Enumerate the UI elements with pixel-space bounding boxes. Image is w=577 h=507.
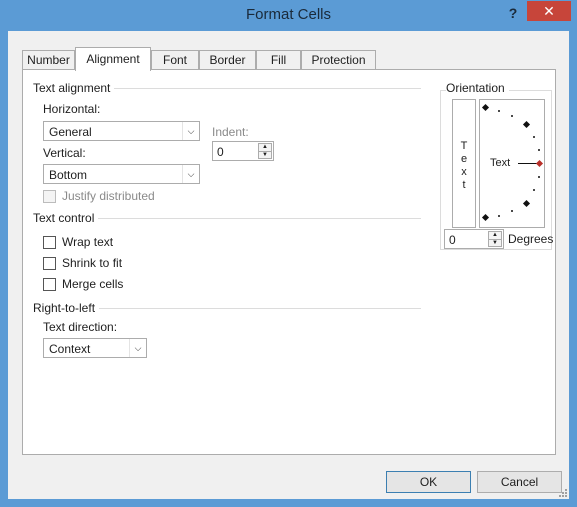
horizontal-label: Horizontal: [43,102,101,116]
cancel-button[interactable]: Cancel [477,471,562,493]
dial-dot [511,210,513,212]
vertical-text-option[interactable]: T e x t [452,99,476,228]
vertical-text-char: x [461,166,467,178]
text-alignment-heading: Text alignment [33,81,115,95]
tab-alignment[interactable]: Alignment [75,47,151,71]
degrees-label: Degrees [508,232,554,246]
dial-dot [538,176,540,178]
indent-label: Indent: [212,125,249,139]
dial-marker-top [481,103,490,112]
chevron-down-icon[interactable]: ⌵ [182,165,199,183]
dial-dot [533,136,535,138]
close-button[interactable]: ✕ [527,1,571,21]
alignment-panel: Text alignment Horizontal: General ⌵ Ind… [22,69,556,455]
text-control-heading: Text control [33,211,99,225]
degrees-spin-buttons[interactable]: ▲ ▼ [488,231,502,247]
text-direction-label: Text direction: [43,320,118,334]
orientation-heading: Orientation [446,81,509,95]
indent-spin-buttons[interactable]: ▲ ▼ [258,143,272,159]
wrap-text-label: Wrap text [62,235,114,249]
dial-pointer-handle [535,159,544,168]
horizontal-dropdown[interactable]: General ⌵ [43,121,200,141]
dial-dot [511,115,513,117]
shrink-to-fit-checkbox[interactable] [43,257,56,270]
vertical-label: Vertical: [43,146,86,160]
spin-down-icon[interactable]: ▼ [489,239,501,247]
right-to-left-heading: Right-to-left [33,301,100,315]
tab-number[interactable]: Number [22,50,75,70]
tab-fill[interactable]: Fill [256,50,301,70]
dial-marker-bottom [481,213,490,222]
spin-up-icon[interactable]: ▲ [489,232,501,239]
justify-distributed-label: Justify distributed [62,189,155,203]
title-bar[interactable]: Format Cells ? ✕ [0,0,577,30]
degrees-spinner[interactable]: 0 ▲ ▼ [444,229,504,249]
chevron-down-icon[interactable]: ⌵ [182,122,199,140]
dial-marker-upper [522,120,531,129]
vertical-dropdown[interactable]: Bottom ⌵ [43,164,200,184]
degrees-value: 0 [449,233,456,247]
dial-dot [533,189,535,191]
dial-marker-lower [522,199,531,208]
dial-dot [538,149,540,151]
tab-protection[interactable]: Protection [301,50,376,70]
dial-dot [498,215,500,217]
orientation-dial[interactable]: Text [479,99,545,228]
chevron-down-icon[interactable]: ⌵ [129,339,146,357]
shrink-to-fit-label: Shrink to fit [62,256,123,270]
vertical-value: Bottom [49,168,88,182]
format-cells-dialog: Format Cells ? ✕ Number Alignment Font B… [0,0,577,507]
text-direction-dropdown[interactable]: Context ⌵ [43,338,147,358]
vertical-text-char: t [462,179,466,191]
dial-dot [498,110,500,112]
text-direction-value: Context [49,342,91,356]
tab-border[interactable]: Border [199,50,256,70]
ok-button[interactable]: OK [386,471,471,493]
help-button[interactable]: ? [501,2,525,24]
spin-down-icon[interactable]: ▼ [259,151,271,159]
vertical-text-char: e [460,153,468,165]
vertical-text-char: T [460,140,468,152]
merge-cells-label: Merge cells [62,277,124,291]
dialog-title: Format Cells [245,6,331,23]
spin-up-icon[interactable]: ▲ [259,144,271,151]
justify-distributed-checkbox[interactable] [43,190,56,203]
dial-text-label: Text [490,157,511,169]
dialog-client-area: Number Alignment Font Border Fill Protec… [8,31,569,499]
merge-cells-checkbox[interactable] [43,278,56,291]
wrap-text-checkbox[interactable] [43,236,56,249]
horizontal-value: General [49,125,92,139]
tab-font[interactable]: Font [151,50,199,70]
resize-grip-icon[interactable] [557,487,567,497]
orientation-group: T e x t Text 0 ▲ ▼ Degrees [440,90,554,250]
indent-spinner[interactable]: 0 ▲ ▼ [212,141,274,161]
indent-value: 0 [217,145,224,159]
